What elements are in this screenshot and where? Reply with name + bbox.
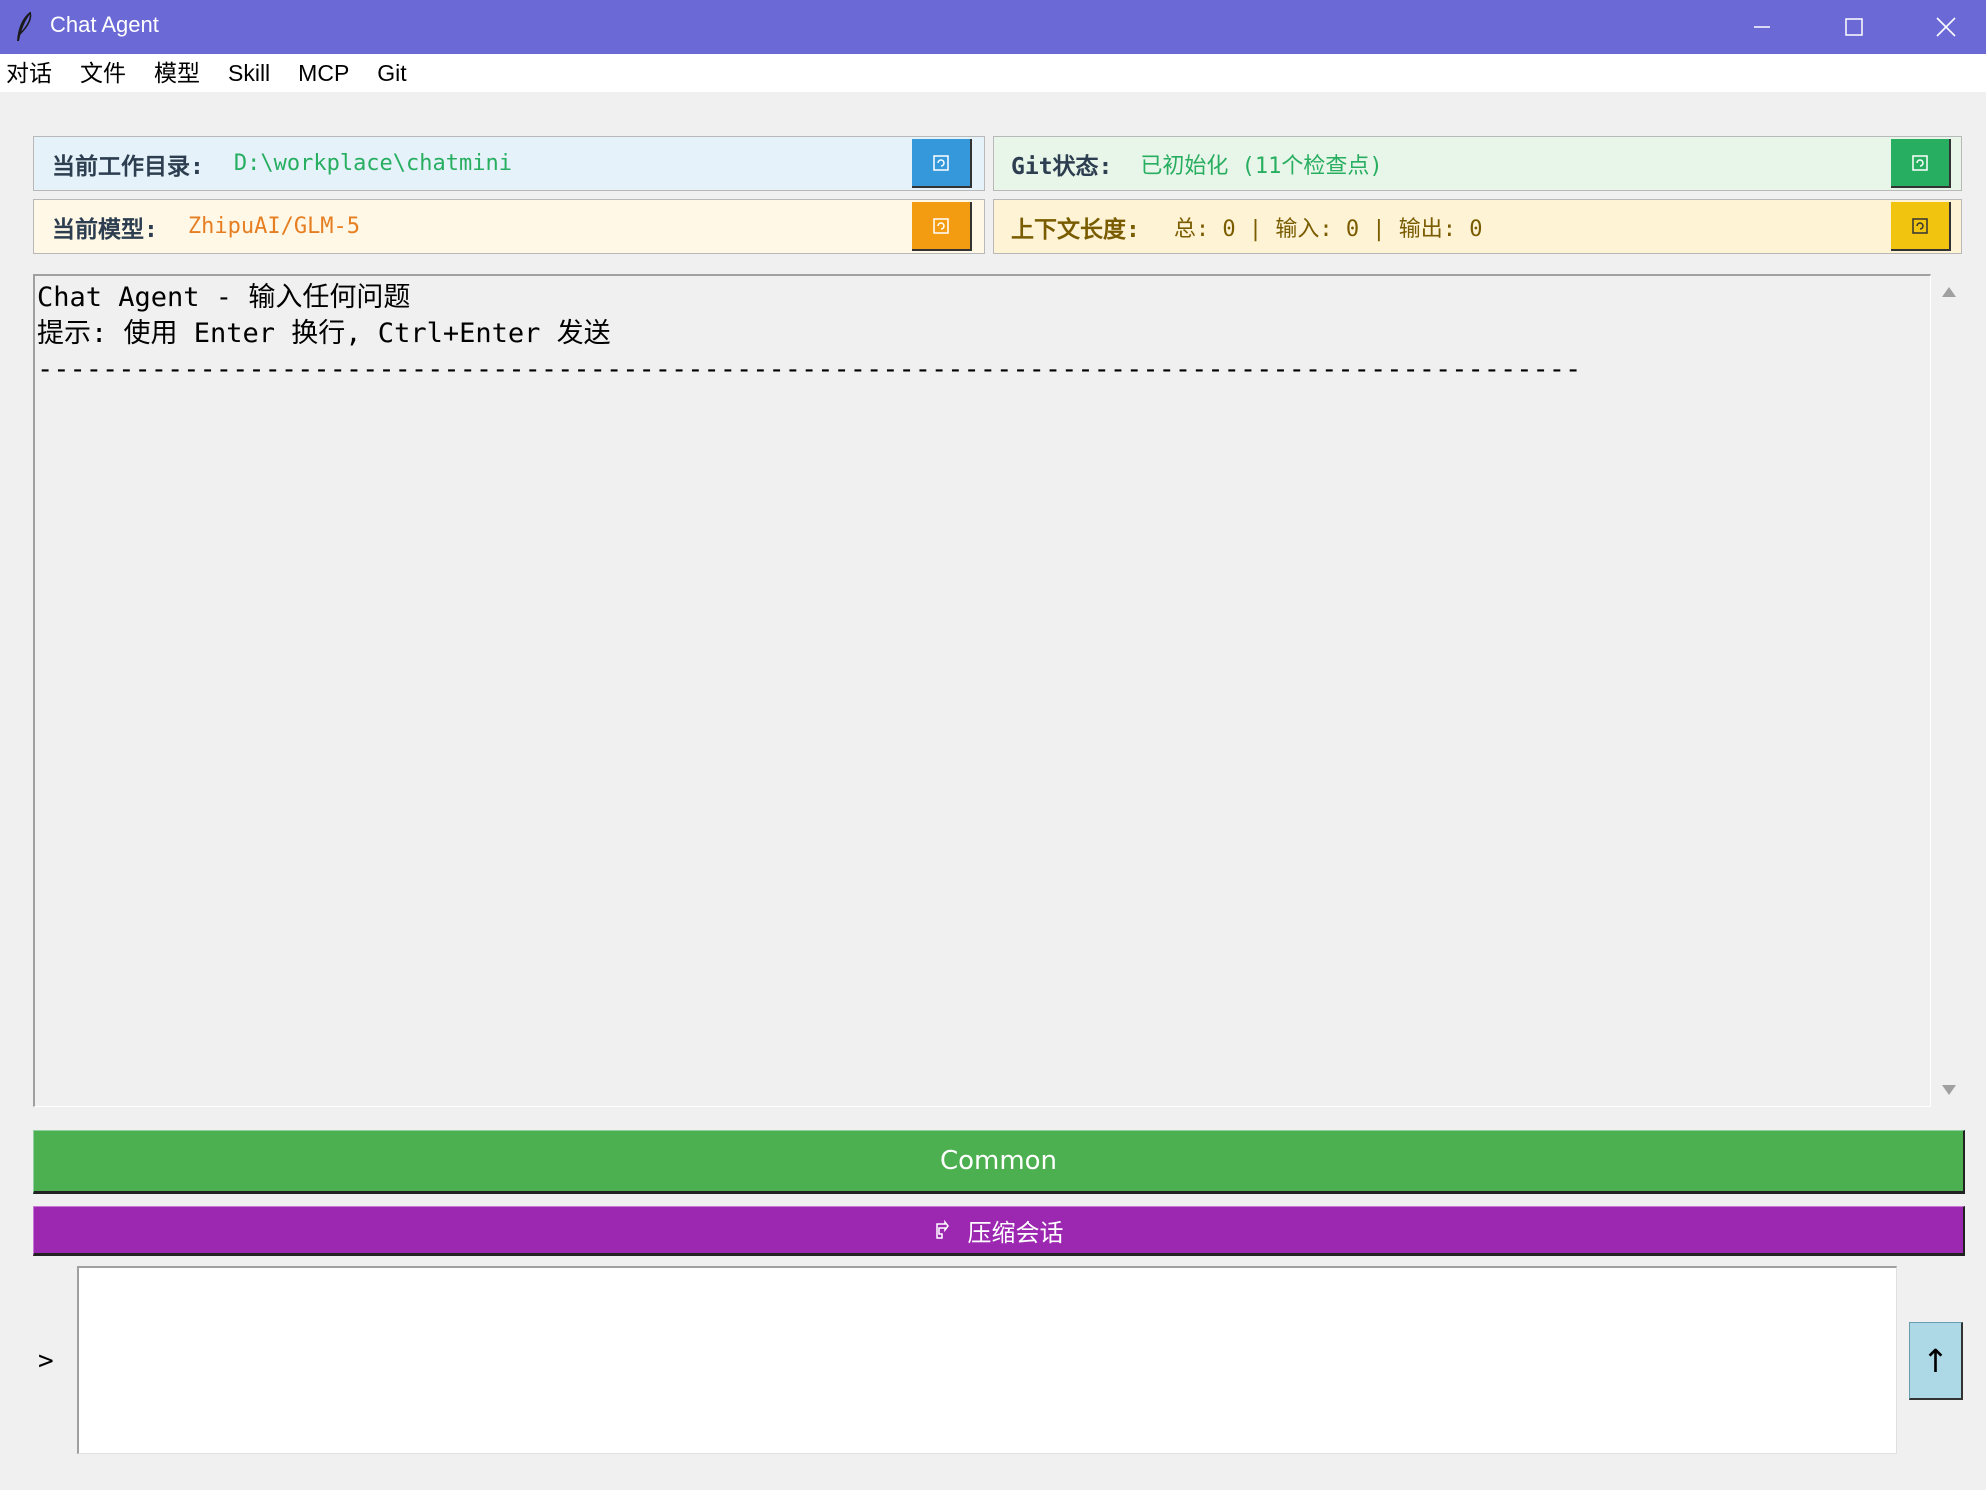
menu-skill[interactable]: Skill — [228, 54, 270, 92]
close-icon — [1936, 17, 1956, 37]
compress-session-button[interactable]: 压缩会话 — [33, 1206, 1965, 1256]
model-panel: 当前模型: ZhipuAI/GLM-5 — [33, 199, 985, 254]
menu-dialog[interactable]: 对话 — [6, 54, 52, 92]
menu-model[interactable]: 模型 — [154, 54, 200, 92]
close-button[interactable] — [1900, 0, 1986, 54]
menu-git[interactable]: Git — [377, 54, 406, 92]
git-status-panel: Git状态: 已初始化 (11个检查点) — [993, 136, 1962, 191]
workdir-value: D:\workplace\chatmini — [233, 151, 513, 176]
refresh-icon — [1912, 154, 1928, 171]
model-label: 当前模型: — [52, 216, 158, 243]
chat-scrollbar[interactable] — [1931, 276, 1967, 1107]
refresh-icon — [1912, 217, 1928, 234]
scroll-up-icon[interactable] — [1941, 286, 1957, 298]
chat-line-separator: ----------------------------------------… — [37, 354, 1582, 385]
chat-output[interactable]: Chat Agent - 输入任何问题 提示: 使用 Enter 换行, Ctr… — [33, 274, 1931, 1107]
chat-line-hint: 提示: 使用 Enter 换行, Ctrl+Enter 发送 — [37, 318, 611, 349]
context-length-panel: 上下文长度: 总: 0 | 输入: 0 | 输出: 0 — [993, 199, 1962, 254]
context-length-label: 上下文长度: — [1011, 216, 1140, 243]
maximize-button[interactable] — [1808, 0, 1900, 54]
common-button[interactable]: Common — [33, 1130, 1965, 1194]
git-status-label: Git状态: — [1011, 153, 1113, 180]
menu-bar: 对话 文件 模型 Skill MCP Git — [0, 54, 1986, 92]
refresh-icon — [934, 1220, 950, 1240]
chat-line-title: Chat Agent - 输入任何问题 — [37, 282, 411, 313]
workdir-refresh-button[interactable] — [912, 139, 972, 188]
refresh-icon — [933, 217, 949, 234]
scroll-down-icon[interactable] — [1941, 1084, 1957, 1096]
compress-session-label: 压缩会话 — [967, 1218, 1064, 1247]
model-refresh-button[interactable] — [912, 202, 972, 251]
title-bar: Chat Agent — [0, 0, 1986, 54]
context-refresh-button[interactable] — [1891, 202, 1951, 251]
git-status-value: 已初始化 (11个检查点) — [1140, 153, 1383, 179]
menu-file[interactable]: 文件 — [80, 54, 126, 92]
context-length-value: 总: 0 | 输入: 0 | 输出: 0 — [1173, 216, 1483, 242]
model-value: ZhipuAI/GLM-5 — [187, 214, 361, 239]
workdir-label: 当前工作目录: — [52, 153, 204, 180]
git-refresh-button[interactable] — [1891, 139, 1951, 188]
refresh-icon — [933, 154, 949, 171]
menu-mcp[interactable]: MCP — [298, 54, 349, 92]
feather-icon — [14, 10, 34, 44]
maximize-icon — [1845, 18, 1863, 36]
minimize-icon — [1754, 26, 1770, 28]
send-button[interactable]: ↑ — [1909, 1322, 1963, 1400]
workdir-panel: 当前工作目录: D:\workplace\chatmini — [33, 136, 985, 191]
window-title: Chat Agent — [50, 12, 159, 37]
message-input[interactable] — [77, 1266, 1897, 1454]
minimize-button[interactable] — [1716, 0, 1808, 54]
prompt-sign: > — [38, 1346, 54, 1376]
